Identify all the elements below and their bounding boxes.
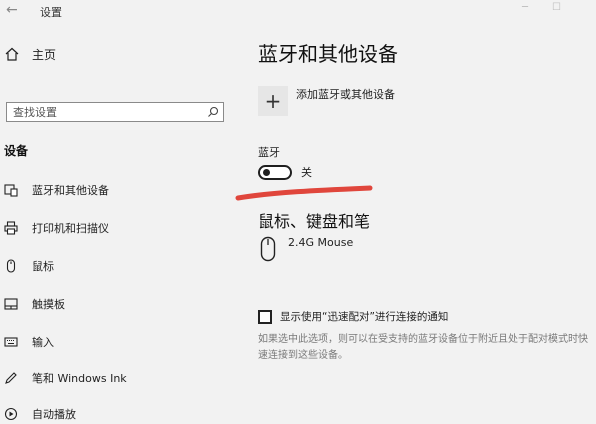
bluetooth-toggle-row: 关 [258, 164, 312, 180]
sidebar-item-mouse[interactable]: 鼠标 [4, 256, 224, 276]
back-arrow-icon[interactable]: ← [6, 2, 18, 18]
add-device-button[interactable]: + 添加蓝牙或其他设备 [258, 86, 395, 116]
page-title: 蓝牙和其他设备 [258, 42, 398, 66]
autoplay-icon [4, 407, 18, 421]
search-input[interactable] [7, 103, 203, 121]
sidebar-item-touchpad[interactable]: 触摸板 [4, 294, 224, 314]
sidebar-item-label: 主页 [32, 47, 57, 62]
swift-pair-checkbox[interactable] [258, 309, 272, 324]
sidebar-item-pen[interactable]: 笔和 Windows Ink [4, 368, 224, 388]
minimize-icon[interactable]: ─ [522, 2, 528, 13]
add-device-label: 添加蓝牙或其他设备 [296, 88, 395, 101]
sidebar: 主页 设备 蓝牙和其他设备 打印机和扫描仪 鼠标 [0, 22, 232, 421]
mouse-device-icon [260, 236, 276, 262]
window-title: 设置 [40, 6, 62, 19]
bluetooth-devices-icon [4, 184, 18, 197]
pen-icon [5, 372, 17, 384]
keyboard-icon [4, 337, 18, 347]
device-item[interactable]: 2.4G Mouse [260, 236, 353, 262]
plus-icon: + [258, 86, 288, 116]
sidebar-item-label: 鼠标 [32, 260, 54, 273]
mouse-icon [6, 259, 16, 273]
sidebar-item-label: 打印机和扫描仪 [32, 222, 109, 235]
sidebar-item-printers[interactable]: 打印机和扫描仪 [4, 218, 224, 238]
swift-pair-option[interactable]: 显示使用“迅速配对”进行连接的通知 [258, 309, 448, 324]
sidebar-item-label: 蓝牙和其他设备 [32, 184, 109, 197]
title-bar: ← 设置 ─ ☐ [0, 0, 596, 22]
device-name: 2.4G Mouse [288, 236, 354, 249]
home-icon [5, 47, 19, 61]
touchpad-icon [4, 298, 18, 310]
sidebar-item-label: 笔和 Windows Ink [32, 372, 127, 385]
mouse-keyboard-pen-title: 鼠标、键盘和笔 [258, 212, 371, 231]
sidebar-item-autoplay[interactable]: 自动播放 [4, 404, 224, 424]
sidebar-item-bluetooth[interactable]: 蓝牙和其他设备 [4, 180, 224, 200]
search-icon[interactable] [207, 106, 219, 118]
section-header-devices: 设备 [4, 144, 29, 158]
search-box [6, 102, 224, 122]
red-underline-annotation [235, 185, 373, 201]
maximize-icon[interactable]: ☐ [552, 2, 561, 13]
swift-pair-label: 显示使用“迅速配对”进行连接的通知 [280, 311, 449, 323]
main-content: 蓝牙和其他设备 + 添加蓝牙或其他设备 蓝牙 关 鼠标、键盘和笔 2.4G Mo… [232, 22, 596, 400]
sidebar-item-home[interactable]: 主页 [4, 44, 56, 64]
sidebar-item-typing[interactable]: 输入 [4, 332, 224, 352]
bluetooth-toggle[interactable] [258, 164, 292, 180]
bluetooth-label: 蓝牙 [258, 146, 280, 159]
sidebar-item-label: 触摸板 [32, 298, 65, 311]
swift-pair-description: 如果选中此选项，则可以在受支持的蓝牙设备位于附近且处于配对模式时快速连接到这些设… [258, 334, 588, 361]
bluetooth-state-label: 关 [301, 166, 312, 179]
sidebar-item-label: 输入 [32, 336, 54, 349]
printer-icon [4, 221, 18, 235]
toggle-knob [263, 168, 270, 176]
sidebar-item-label: 自动播放 [32, 408, 76, 421]
